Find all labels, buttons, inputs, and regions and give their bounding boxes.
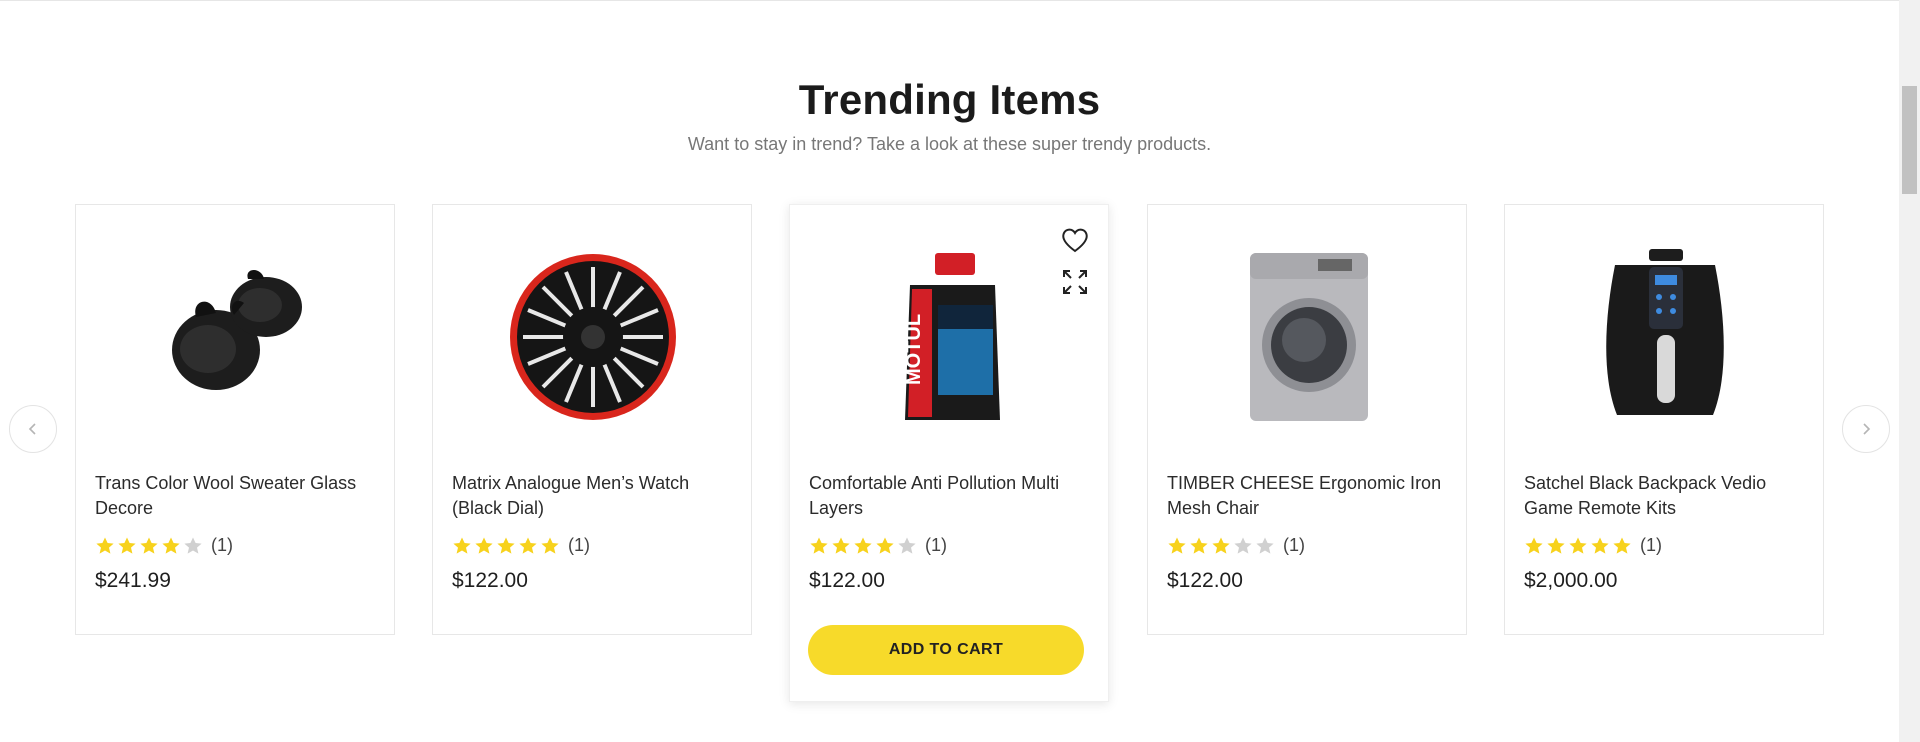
- product-name[interactable]: Trans Color Wool Sweater Glass Decore: [95, 471, 380, 521]
- product-card[interactable]: Matrix Analogue Men’s Watch (Black Dial)…: [432, 204, 752, 635]
- wishlist-button[interactable]: [1059, 224, 1091, 256]
- review-count: (1): [1283, 535, 1305, 555]
- star-filled-icon: [1569, 537, 1587, 554]
- star-filled-icon: [1190, 537, 1208, 554]
- svg-text:MOTUL: MOTUL: [903, 314, 925, 385]
- quick-view-button[interactable]: [1059, 266, 1091, 298]
- review-count: (1): [568, 535, 590, 555]
- product-image[interactable]: [493, 245, 693, 425]
- product-price: $122.00: [809, 569, 885, 592]
- star-empty-icon: [1256, 537, 1274, 554]
- product-name[interactable]: TIMBER CHEESE Ergonomic Iron Mesh Chair: [1167, 471, 1452, 521]
- star-filled-icon: [541, 537, 559, 554]
- heart-icon: [1062, 228, 1088, 253]
- product-image[interactable]: [136, 245, 336, 425]
- star-filled-icon: [1525, 537, 1543, 554]
- star-rating: [95, 536, 203, 556]
- section-subtitle: Want to stay in trend? Take a look at th…: [687, 134, 1212, 154]
- star-empty-icon: [1234, 537, 1252, 554]
- carousel-prev-button[interactable]: [9, 405, 57, 453]
- star-filled-icon: [453, 537, 471, 554]
- product-price: $122.00: [452, 569, 528, 592]
- product-card[interactable]: Satchel Black Backpack Vedio Game Remote…: [1504, 204, 1824, 635]
- review-count: (1): [211, 535, 233, 555]
- scrollbar-thumb[interactable]: [1902, 86, 1917, 194]
- product-price: $241.99: [95, 569, 171, 592]
- chevron-left-icon: [28, 423, 36, 435]
- star-filled-icon: [854, 537, 872, 554]
- star-filled-icon: [1613, 537, 1631, 554]
- star-filled-icon: [1547, 537, 1565, 554]
- motor-oil-bottle-icon: MOTUL: [903, 253, 1000, 420]
- product-name[interactable]: Matrix Analogue Men’s Watch (Black Dial): [452, 471, 737, 521]
- star-filled-icon: [96, 537, 114, 554]
- add-to-cart-button[interactable]: ADD TO CART: [808, 625, 1084, 675]
- star-rating: [809, 536, 917, 556]
- star-filled-icon: [140, 537, 158, 554]
- star-rating: [1524, 536, 1632, 556]
- star-filled-icon: [1168, 537, 1186, 554]
- star-filled-icon: [1591, 537, 1609, 554]
- chevron-right-icon: [1863, 423, 1871, 435]
- star-filled-icon: [497, 537, 515, 554]
- top-divider: [0, 0, 1899, 1]
- page-scrollbar[interactable]: [1899, 0, 1920, 742]
- product-image[interactable]: [1565, 245, 1765, 425]
- star-rating: [452, 536, 560, 556]
- star-filled-icon: [832, 537, 850, 554]
- star-empty-icon: [184, 537, 202, 554]
- review-count: (1): [1640, 535, 1662, 555]
- review-count: (1): [925, 535, 947, 555]
- washing-machine-icon: [1250, 253, 1368, 421]
- product-rating: (1): [809, 535, 947, 556]
- product-card[interactable]: TIMBER CHEESE Ergonomic Iron Mesh Chair …: [1147, 204, 1467, 635]
- product-rating: (1): [1167, 535, 1305, 556]
- star-filled-icon: [162, 537, 180, 554]
- product-rating: (1): [1524, 535, 1662, 556]
- star-filled-icon: [876, 537, 894, 554]
- star-filled-icon: [1212, 537, 1230, 554]
- product-rating: (1): [452, 535, 590, 556]
- product-name[interactable]: Comfortable Anti Pollution Multi Layers: [809, 471, 1094, 521]
- expand-icon: [1063, 270, 1087, 294]
- star-rating: [1167, 536, 1275, 556]
- earbuds-icon: [172, 270, 302, 390]
- wheel-cover-icon: [510, 254, 676, 420]
- product-rating: (1): [95, 535, 233, 556]
- star-filled-icon: [118, 537, 136, 554]
- carousel-next-button[interactable]: [1842, 405, 1890, 453]
- product-image[interactable]: [1208, 245, 1408, 425]
- product-price: $122.00: [1167, 569, 1243, 592]
- star-filled-icon: [810, 537, 828, 554]
- product-image[interactable]: MOTUL: [850, 245, 1050, 425]
- section-title: Trending Items: [798, 76, 1101, 123]
- product-card[interactable]: Trans Color Wool Sweater Glass Decore (1…: [75, 204, 395, 635]
- product-card[interactable]: MOTUL Comfortable Anti Pollution Multi L…: [789, 204, 1109, 702]
- product-name[interactable]: Satchel Black Backpack Vedio Game Remote…: [1524, 471, 1809, 521]
- product-price: $2,000.00: [1524, 569, 1618, 592]
- star-filled-icon: [519, 537, 537, 554]
- air-fryer-icon: [1606, 249, 1724, 415]
- star-filled-icon: [475, 537, 493, 554]
- star-empty-icon: [898, 537, 916, 554]
